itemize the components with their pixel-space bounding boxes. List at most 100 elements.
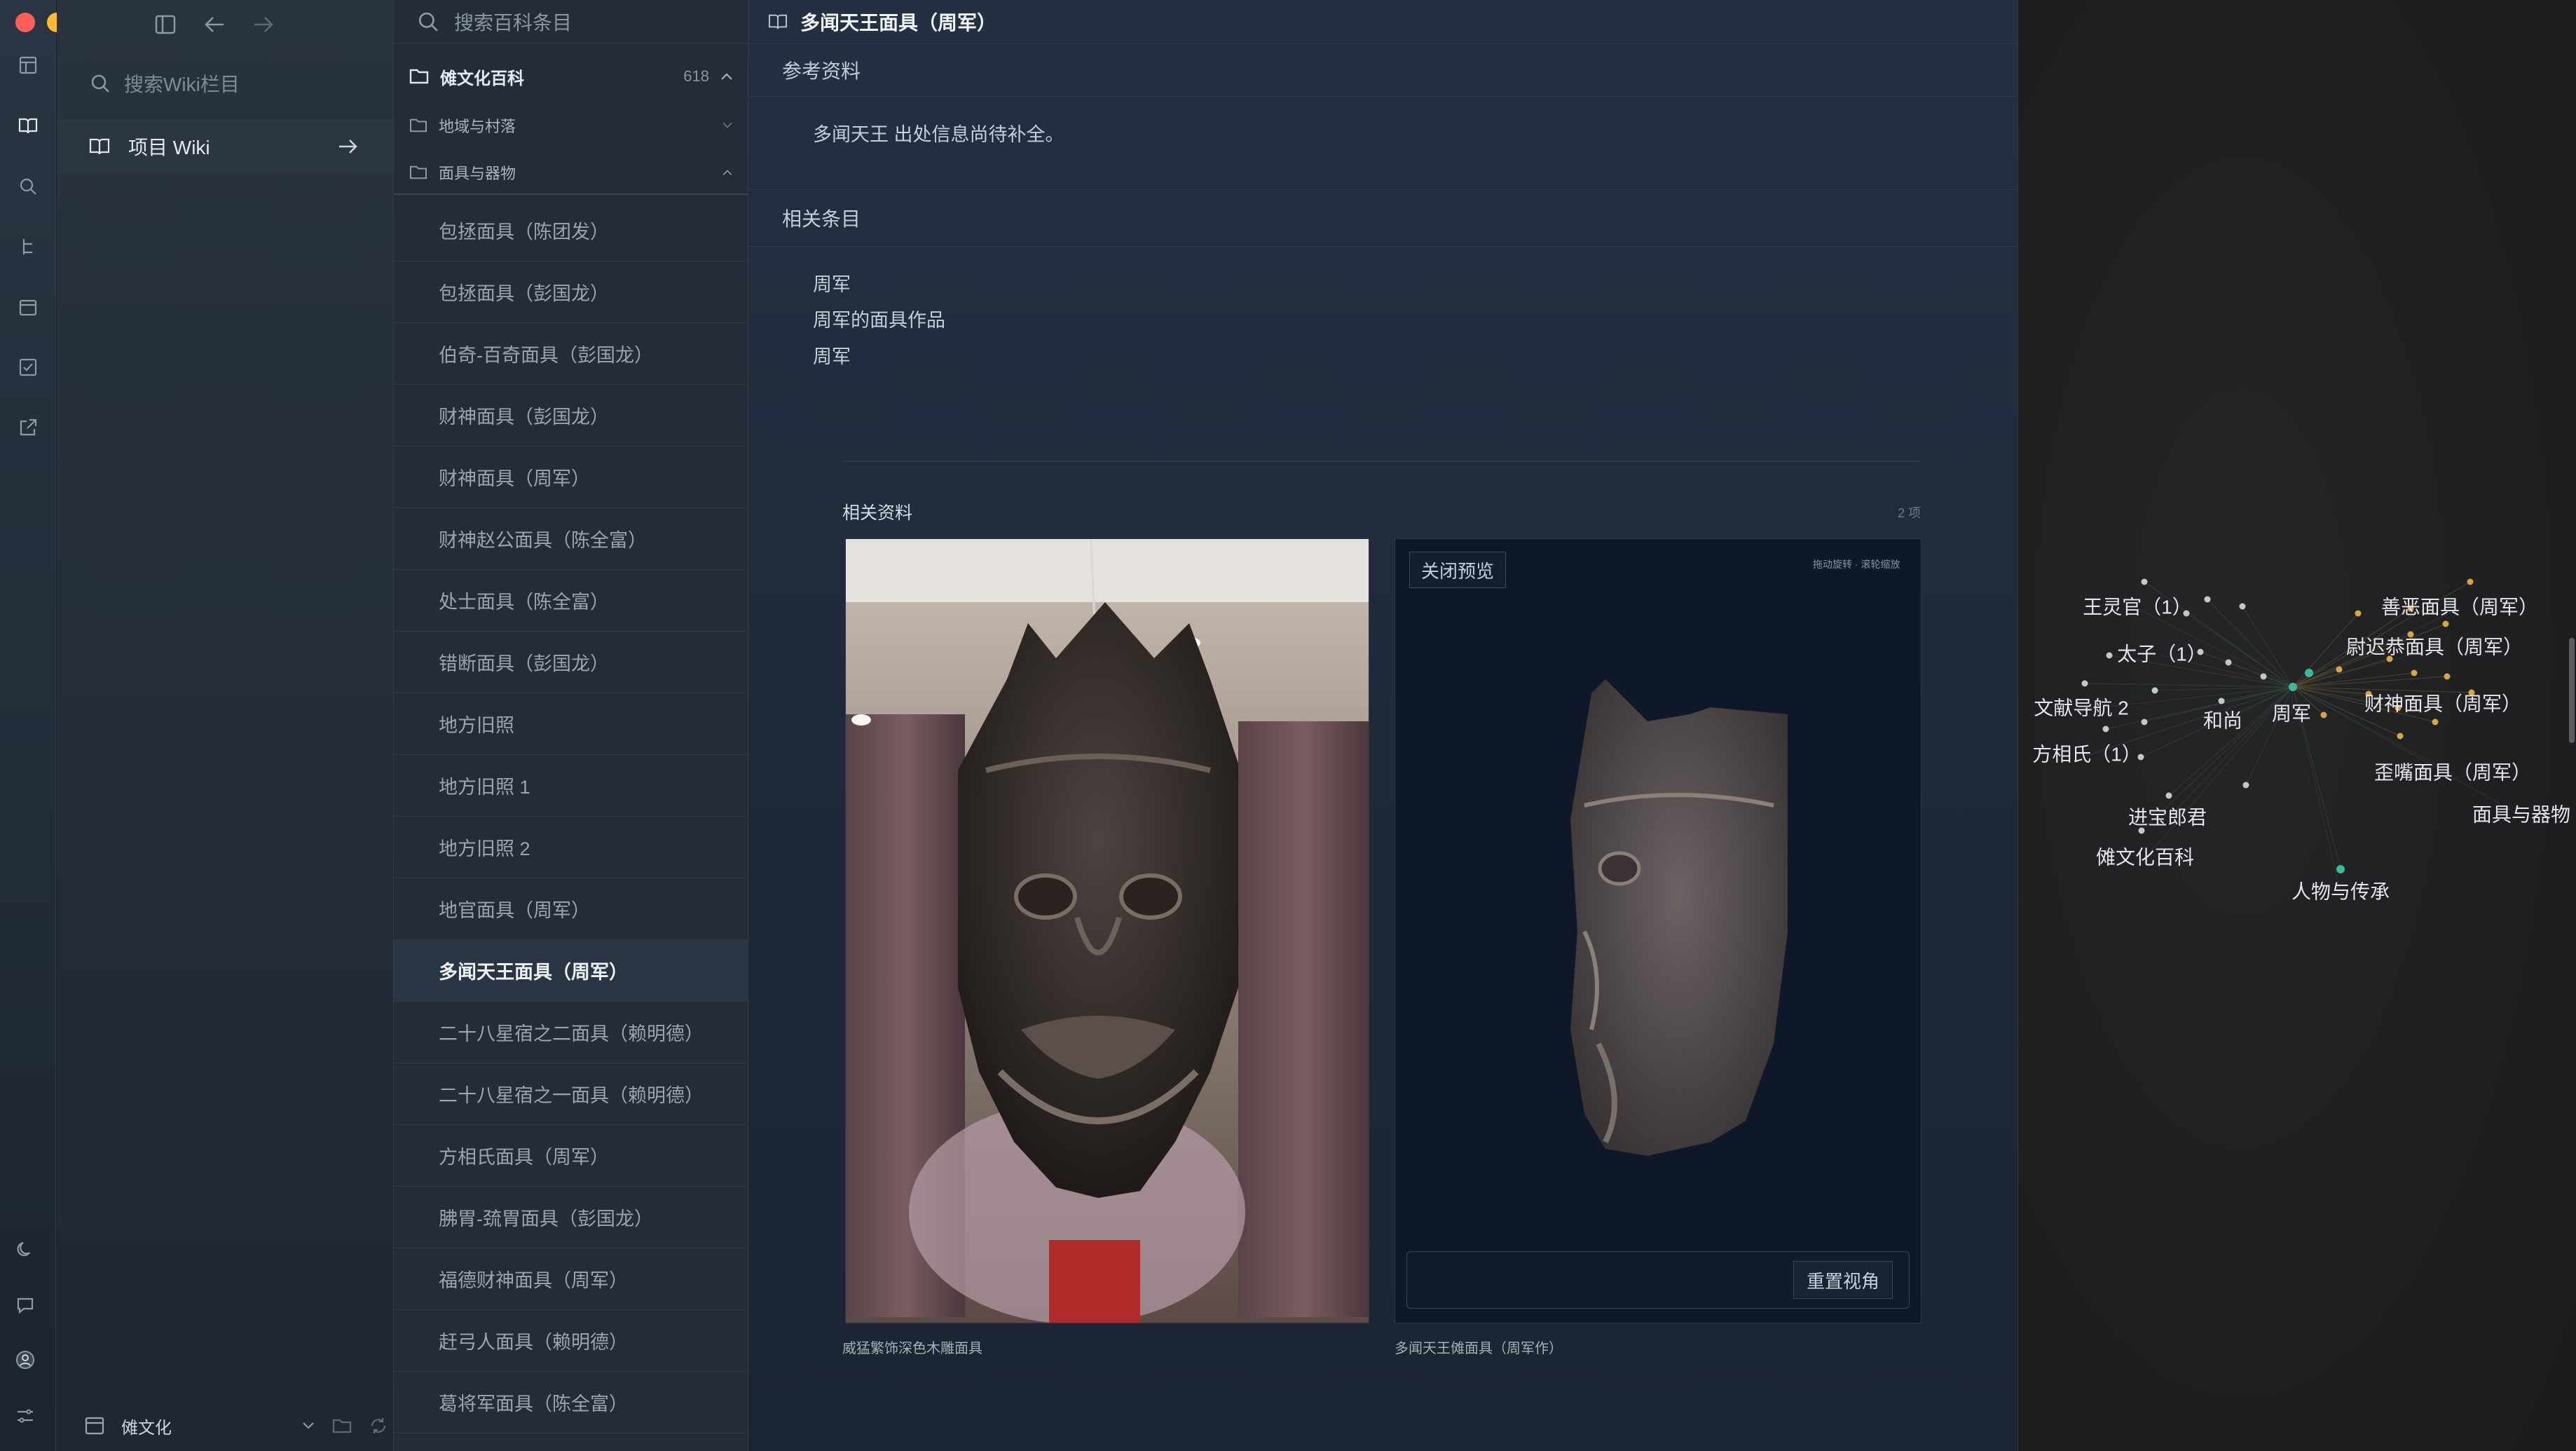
graph-node-label[interactable]: 文献导航 2: [2034, 697, 2128, 718]
graph-node-label[interactable]: 尉迟恭面具（周军）: [2346, 636, 2523, 658]
graph-node[interactable]: [2102, 726, 2109, 733]
graph-node[interactable]: [2141, 578, 2148, 585]
related-link[interactable]: 周军: [813, 341, 851, 369]
forward-arrow-icon[interactable]: [253, 15, 274, 34]
graph-node[interactable]: [2239, 603, 2246, 610]
graph-scrollbar[interactable]: [2569, 638, 2575, 743]
graph-node-label[interactable]: 歪嘴面具（周军）: [2374, 761, 2531, 783]
graph-node[interactable]: [2165, 792, 2172, 799]
chat-icon[interactable]: [10, 1290, 41, 1321]
chevron-up-icon[interactable]: [722, 169, 733, 176]
graph-node[interactable]: [2106, 652, 2113, 659]
folder-region[interactable]: 地域与村落: [394, 104, 748, 147]
graph-node[interactable]: [2355, 610, 2362, 617]
graph-node[interactable]: [2336, 666, 2343, 673]
sync-icon[interactable]: [369, 1416, 388, 1436]
entry-item[interactable]: 错断面具（彭国龙）: [394, 632, 748, 693]
graph-node[interactable]: [2225, 659, 2232, 666]
entry-item[interactable]: 财神面具（彭国龙）: [394, 385, 748, 447]
user-icon[interactable]: [10, 1344, 41, 1375]
graph-node[interactable]: [2138, 827, 2145, 834]
graph-node[interactable]: [2081, 680, 2088, 687]
graph-node[interactable]: [2260, 673, 2267, 680]
graph-node-label[interactable]: 太子（1）: [2117, 643, 2207, 665]
chevron-up-icon[interactable]: [720, 72, 733, 81]
mask-photo[interactable]: [845, 538, 1369, 1323]
open-arrow-icon[interactable]: [338, 138, 359, 155]
entry-item[interactable]: 方相氏面具（周军）: [394, 1125, 748, 1187]
entry-item[interactable]: 福德财神面具（周军）: [394, 1248, 748, 1310]
graph-node[interactable]: [2467, 578, 2474, 585]
related-link[interactable]: 周军的面具作品: [813, 305, 945, 332]
graph-node[interactable]: [2336, 865, 2345, 873]
folder-region-label: 地域与村落: [439, 118, 516, 135]
graph-node[interactable]: [2242, 782, 2249, 789]
graph-node-label[interactable]: 面具与器物: [2472, 803, 2570, 825]
graph-node[interactable]: [2204, 596, 2211, 603]
graph-node[interactable]: [2432, 718, 2439, 726]
entry-item[interactable]: 财神赵公面具（陈全富）: [394, 508, 748, 570]
sidebar-toggle-icon[interactable]: [155, 15, 176, 34]
entry-item[interactable]: 二十八星宿之一面具（赖明德）: [394, 1063, 748, 1125]
graph-node[interactable]: [2151, 687, 2158, 694]
related-link[interactable]: 周军: [813, 269, 851, 297]
graph-node[interactable]: [2141, 718, 2148, 726]
graph-node-label[interactable]: 王灵官（1）: [2083, 596, 2192, 618]
search-icon[interactable]: [13, 171, 43, 202]
folder-root[interactable]: 傩文化百科 618: [394, 53, 748, 100]
settings-icon[interactable]: [10, 1401, 41, 1431]
entry-item[interactable]: 地方旧照 2: [394, 817, 748, 878]
graph-node[interactable]: [2320, 711, 2327, 718]
back-arrow-icon[interactable]: [204, 15, 225, 34]
entry-search-field[interactable]: 搜索百科条目: [394, 0, 748, 43]
entry-item[interactable]: 包拯面具（陈团发）: [394, 200, 748, 261]
graph-node[interactable]: [2411, 669, 2418, 676]
calendar-icon[interactable]: [13, 292, 43, 322]
graph-node-label[interactable]: 善恶面具（周军）: [2381, 596, 2538, 618]
entry-item[interactable]: 地方旧照: [394, 693, 748, 755]
graph-node[interactable]: [2289, 683, 2297, 691]
graph-node[interactable]: [2305, 669, 2313, 677]
layout-icon[interactable]: [13, 50, 43, 81]
graph-node[interactable]: [2397, 733, 2404, 740]
export-icon[interactable]: [13, 412, 43, 443]
entry-item[interactable]: 二十八星宿之二面具（赖明德）: [394, 1002, 748, 1063]
graph-node-label[interactable]: 人物与传承: [2291, 880, 2390, 902]
entry-item[interactable]: 地官面具（周军）: [394, 878, 748, 940]
graph-node[interactable]: [2442, 620, 2449, 627]
wiki-item-project[interactable]: 项目 Wiki: [57, 119, 394, 174]
close-window-button[interactable]: [15, 13, 35, 32]
knowledge-graph[interactable]: 王灵官（1） 善恶面具（周军） 太子（1） 尉迟恭面具（周军） 文献导航 2 和尚 周军 财神…: [2018, 0, 2576, 1451]
new-folder-icon[interactable]: [332, 1417, 352, 1434]
graph-node-label[interactable]: 傩文化百科: [2096, 846, 2194, 868]
folder-masks[interactable]: 面具与器物: [394, 151, 748, 195]
close-preview-button[interactable]: 关闭预览: [1409, 552, 1507, 588]
entry-item[interactable]: 赶弓人面具（赖明德）: [394, 1310, 748, 1372]
chevron-down-icon[interactable]: [722, 122, 733, 129]
entry-item[interactable]: 包拯面具（彭国龙）: [394, 261, 748, 323]
entry-item[interactable]: 多闻天王面具（周军）: [394, 940, 748, 1002]
graph-node-label[interactable]: 财神面具（周军）: [2364, 693, 2521, 714]
folder-icon: [409, 118, 427, 133]
graph-node[interactable]: [2218, 697, 2225, 704]
chevron-down-icon[interactable]: [301, 1421, 315, 1431]
model-viewer[interactable]: 关闭预览 拖动旋转 · 滚轮缩放 重置视角: [1395, 538, 1921, 1323]
graph-node-label[interactable]: 方相氏（1）: [2032, 743, 2142, 765]
graph-node[interactable]: [2444, 673, 2451, 680]
graph-node-label[interactable]: 周军: [2272, 702, 2311, 724]
entry-item[interactable]: 财神面具（周军）: [394, 447, 748, 508]
wiki-search-field[interactable]: 搜索Wiki栏目: [78, 62, 372, 105]
moon-icon[interactable]: [10, 1234, 41, 1265]
book-icon[interactable]: [13, 111, 43, 142]
tree-icon[interactable]: [13, 231, 43, 262]
workspace-switcher[interactable]: 傩文化: [57, 1401, 394, 1451]
entry-item[interactable]: 葛将军面具（陈全富）: [394, 1372, 748, 1433]
graph-node-label[interactable]: 进宝郎君: [2128, 806, 2207, 828]
reset-view-button[interactable]: 重置视角: [1793, 1261, 1893, 1299]
checklist-icon[interactable]: [13, 352, 43, 383]
entry-item[interactable]: 地方旧照 1: [394, 755, 748, 817]
entry-item[interactable]: 胇胃-巯胃面具（彭国龙）: [394, 1187, 748, 1248]
entry-item[interactable]: 伯奇-百奇面具（彭国龙）: [394, 323, 748, 385]
graph-node-label[interactable]: 和尚: [2203, 709, 2242, 731]
entry-item[interactable]: 处士面具（陈全富）: [394, 570, 748, 632]
